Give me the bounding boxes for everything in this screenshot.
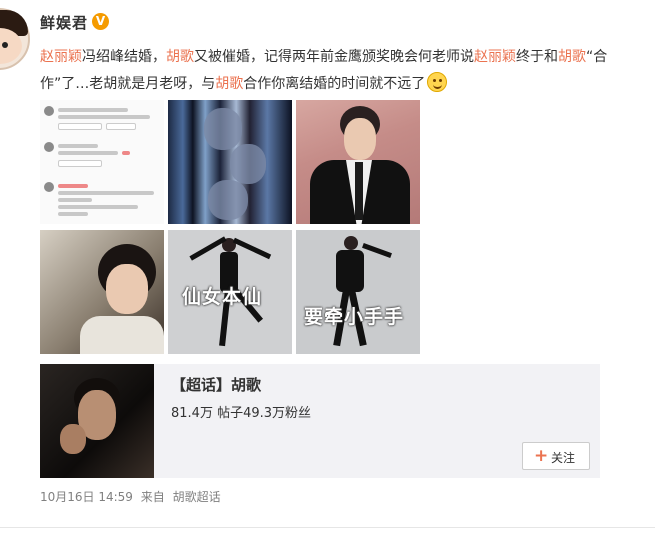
source-prefix: 来自 bbox=[140, 490, 165, 504]
avatar-eye bbox=[2, 42, 8, 48]
image-caption: 仙女本仙 bbox=[182, 286, 263, 308]
hand bbox=[60, 424, 86, 454]
mention-link[interactable]: 赵丽颖 bbox=[474, 49, 516, 65]
comment-line bbox=[58, 205, 138, 209]
divider bbox=[0, 527, 655, 528]
image-caption: 要牵小手手 bbox=[304, 306, 405, 328]
comment-avatar bbox=[44, 182, 54, 192]
comment-line bbox=[58, 144, 98, 148]
mention-link[interactable]: 胡歌 bbox=[166, 49, 194, 65]
super-topic-cover bbox=[40, 364, 154, 478]
image-film-strip[interactable] bbox=[168, 100, 292, 224]
film-frame-face bbox=[230, 144, 266, 184]
face bbox=[106, 264, 148, 314]
verified-icon: V bbox=[92, 13, 109, 30]
right-arm bbox=[232, 237, 272, 260]
face bbox=[344, 118, 376, 160]
comment-heart bbox=[122, 151, 130, 155]
mention-link[interactable]: 胡歌 bbox=[558, 49, 586, 65]
image-dance-pose[interactable]: 仙女本仙 bbox=[168, 230, 292, 354]
post-text-line: 赵丽颖冯绍峰结婚，胡歌又被催婚，记得两年前金鹰颁奖晚会何老师说赵丽颖终于和胡歌“… bbox=[40, 44, 655, 71]
film-frame-face bbox=[208, 180, 248, 220]
post-text-segment: 又被催婚，记得两年前金鹰颁奖晚会何老师说 bbox=[194, 49, 474, 65]
follow-button[interactable]: + 关注 bbox=[522, 442, 590, 470]
post-timestamp[interactable]: 10月16日 14:59 bbox=[40, 490, 133, 504]
post-text-segment: 冯绍峰结婚， bbox=[82, 49, 166, 65]
author-avatar[interactable] bbox=[0, 8, 30, 74]
film-frame-face bbox=[204, 108, 242, 150]
comment-avatar bbox=[44, 106, 54, 116]
image-comment-screenshot[interactable] bbox=[40, 100, 164, 224]
super-topic-title[interactable]: 【超话】胡歌 bbox=[171, 374, 261, 395]
post-text-segment: 终于和 bbox=[516, 49, 558, 65]
follow-label: 关注 bbox=[551, 451, 576, 465]
post-source-link[interactable]: 胡歌超话 bbox=[173, 490, 221, 504]
head bbox=[344, 236, 358, 250]
comment-reply-box bbox=[106, 123, 136, 130]
torso bbox=[336, 250, 364, 292]
post-text-line: 作”了…老胡就是月老呀，与胡歌合作你离结婚的时间就不远了 bbox=[40, 71, 655, 98]
comment-reply-box bbox=[58, 160, 102, 167]
mention-link[interactable]: 赵丽颖 bbox=[40, 49, 82, 65]
post-text-segment: 作”了…老胡就是月老呀，与 bbox=[40, 76, 216, 92]
robe bbox=[80, 316, 164, 354]
image-suit-portrait[interactable] bbox=[296, 100, 420, 224]
image-grid: 仙女本仙 要牵小手手 bbox=[40, 100, 420, 354]
smile-emoji bbox=[427, 72, 448, 92]
image-costume-drama-still[interactable] bbox=[40, 230, 164, 354]
super-topic-card[interactable]: 【超话】胡歌 81.4万 帖子49.3万粉丝 + 关注 bbox=[40, 364, 600, 478]
comment-name bbox=[58, 184, 88, 188]
super-topic-stats: 81.4万 帖子49.3万粉丝 bbox=[171, 406, 312, 421]
post-text-segment: 合作你离结婚的时间就不远了 bbox=[243, 76, 426, 92]
comment-line bbox=[58, 115, 150, 119]
right-arm bbox=[362, 243, 392, 258]
post-text-segment: “合 bbox=[586, 49, 608, 65]
comment-line bbox=[58, 212, 88, 216]
comment-line bbox=[58, 108, 128, 112]
author-name[interactable]: 鲜娱君 bbox=[40, 12, 88, 33]
comment-line bbox=[58, 151, 118, 155]
plus-icon: + bbox=[534, 446, 549, 466]
tie bbox=[355, 162, 363, 220]
comment-line bbox=[58, 198, 92, 202]
mention-link[interactable]: 胡歌 bbox=[215, 76, 243, 92]
comment-avatar bbox=[44, 142, 54, 152]
image-spin-pose[interactable]: 要牵小手手 bbox=[296, 230, 420, 354]
post-body: 赵丽颖冯绍峰结婚，胡歌又被催婚，记得两年前金鹰颁奖晚会何老师说赵丽颖终于和胡歌“… bbox=[40, 44, 655, 98]
post-meta: 10月16日 14:59 来自 胡歌超话 bbox=[40, 488, 225, 505]
comment-reply-box bbox=[58, 123, 102, 130]
comment-line bbox=[58, 191, 154, 195]
